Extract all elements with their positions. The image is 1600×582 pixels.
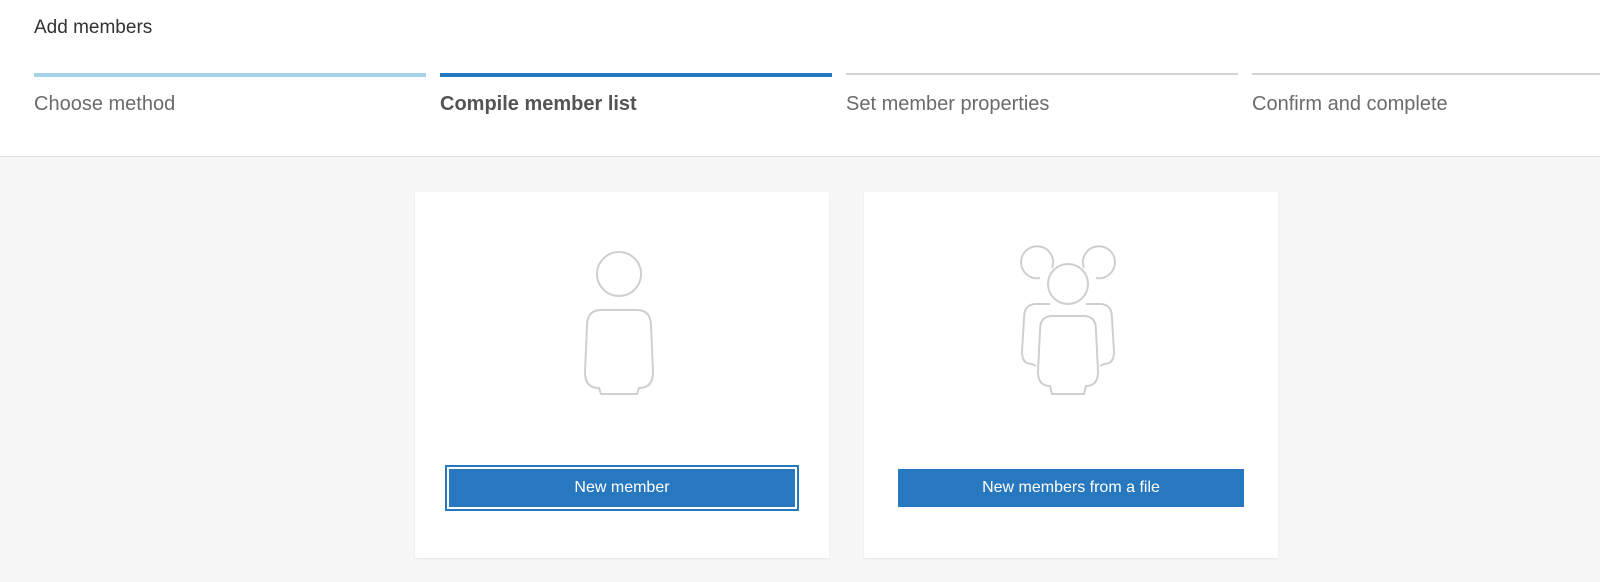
group-people-icon bbox=[1020, 245, 1116, 395]
step-label: Compile member list bbox=[440, 93, 637, 115]
single-person-icon bbox=[583, 251, 655, 395]
new-member-button[interactable]: New member bbox=[445, 465, 799, 511]
page-title: Add members bbox=[34, 17, 153, 38]
step-confirm-and-complete: Confirm and complete bbox=[1252, 73, 1600, 117]
step-progress-bar bbox=[440, 73, 832, 77]
step-choose-method[interactable]: Choose method bbox=[34, 73, 426, 117]
new-members-from-file-card[interactable]: New members from a file bbox=[864, 192, 1278, 558]
step-progress-bar bbox=[1252, 73, 1600, 75]
step-compile-member-list[interactable]: Compile member list bbox=[440, 73, 832, 117]
step-label: Confirm and complete bbox=[1252, 93, 1448, 115]
step-label: Choose method bbox=[34, 93, 176, 115]
step-progress-bar bbox=[846, 73, 1238, 75]
step-label: Set member properties bbox=[846, 93, 1050, 115]
wizard-header: Add members Choose method Compile member… bbox=[0, 0, 1600, 157]
new-members-from-file-button[interactable]: New members from a file bbox=[898, 469, 1244, 507]
step-set-member-properties: Set member properties bbox=[846, 73, 1238, 117]
step-progress-bar bbox=[34, 73, 426, 77]
new-member-card[interactable]: New member bbox=[415, 192, 829, 558]
